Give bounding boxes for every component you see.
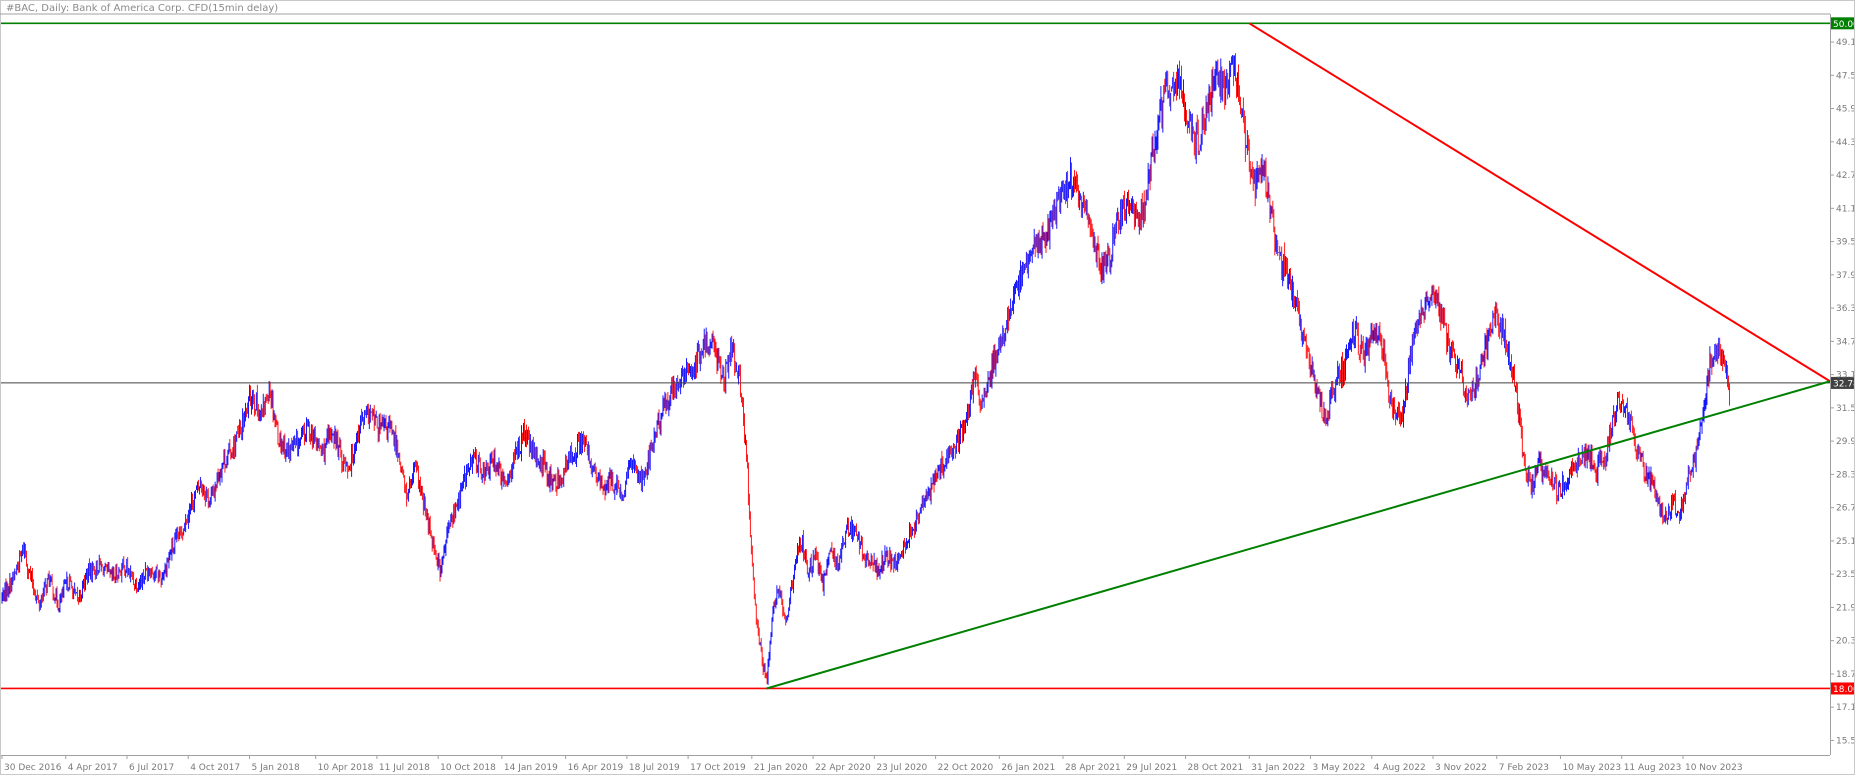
ascending-support-trendline <box>766 380 1831 690</box>
price-tick-label: 34.70 <box>1836 337 1855 347</box>
price-tick-label: 37.90 <box>1836 271 1855 281</box>
time-tick-label: 21 Jan 2020 <box>754 763 808 773</box>
candlestick-series <box>1 53 1730 685</box>
chart-title: #BAC, Daily: Bank of America Corp. CFD(1… <box>6 3 279 14</box>
support-tag-label: 18.00 <box>1833 685 1855 695</box>
time-tick-label: 10 May 2023 <box>1562 763 1621 773</box>
price-tick-label: 17.10 <box>1836 703 1855 713</box>
time-tick-label: 3 Nov 2022 <box>1435 763 1487 773</box>
time-tick-label: 30 Dec 2016 <box>4 763 62 773</box>
price-tick-label: 42.70 <box>1836 171 1855 181</box>
time-tick-label: 17 Oct 2019 <box>690 763 746 773</box>
price-tick-label: 31.50 <box>1836 404 1855 414</box>
time-tick-label: 4 Aug 2022 <box>1374 763 1426 773</box>
time-tick-label: 6 Jul 2017 <box>129 763 174 773</box>
time-tick-label: 11 Aug 2023 <box>1624 763 1682 773</box>
time-tick-label: 29 Jul 2021 <box>1126 763 1177 773</box>
price-tick-label: 21.90 <box>1836 603 1855 613</box>
price-tick-label: 23.50 <box>1836 570 1855 580</box>
time-tick-label: 10 Nov 2023 <box>1685 763 1743 773</box>
time-tick-label: 22 Apr 2020 <box>815 763 871 773</box>
price-tick-label: 39.50 <box>1836 238 1855 248</box>
time-tick-label: 18 Jul 2019 <box>629 763 680 773</box>
time-axis: 30 Dec 2016 4 Apr 2017 6 Jul 2017 4 Oct 201… <box>0 755 1830 773</box>
descending-resistance-trendline <box>1248 22 1831 383</box>
time-tick-label: 4 Apr 2017 <box>68 763 118 773</box>
price-tick-label: 41.10 <box>1836 204 1855 214</box>
resistance-tag-label: 50.00 <box>1833 20 1855 30</box>
time-tick-label: 28 Apr 2021 <box>1065 763 1121 773</box>
chart-canvas[interactable]: 50.00 32.78 18.00 49.10 47.50 45.90 44.30 42.7… <box>0 0 1855 775</box>
time-tick-label: 31 Jan 2022 <box>1251 763 1305 773</box>
price-tick-label: 28.30 <box>1836 470 1855 480</box>
price-tick-label: 20.30 <box>1836 637 1855 647</box>
price-tick-label: 18.70 <box>1836 670 1855 680</box>
price-tick-label: 25.10 <box>1836 537 1855 547</box>
time-tick-label: 10 Oct 2018 <box>440 763 496 773</box>
time-tick-label: 10 Apr 2018 <box>318 763 374 773</box>
chart-overlays: 50.00 32.78 18.00 <box>0 17 1855 695</box>
time-tick-label: 14 Jan 2019 <box>504 763 558 773</box>
price-tick-label: 45.90 <box>1836 105 1855 115</box>
time-tick-label: 28 Oct 2021 <box>1188 763 1244 773</box>
chart-border <box>0 0 1855 775</box>
time-tick-label: 11 Jul 2018 <box>379 763 430 773</box>
time-tick-label: 3 May 2022 <box>1313 763 1366 773</box>
current-price-tag-label: 32.78 <box>1833 379 1855 389</box>
price-tick-label: 15.50 <box>1836 736 1855 746</box>
price-tick-label: 36.30 <box>1836 304 1855 314</box>
time-tick-label: 26 Jan 2021 <box>1001 763 1055 773</box>
time-tick-label: 4 Oct 2017 <box>190 763 240 773</box>
price-tick-label: 44.30 <box>1836 138 1855 148</box>
price-chart[interactable]: 50.00 32.78 18.00 49.10 47.50 45.90 44.30 42.7… <box>0 0 1855 775</box>
price-tick-label: 29.90 <box>1836 437 1855 447</box>
time-tick-label: 7 Feb 2023 <box>1499 763 1549 773</box>
price-tick-label: 33.10 <box>1836 371 1855 381</box>
time-tick-label: 23 Jul 2020 <box>876 763 927 773</box>
price-tick-label: 26.70 <box>1836 504 1855 514</box>
price-tick-label: 47.50 <box>1836 71 1855 81</box>
time-tick-label: 22 Oct 2020 <box>938 763 994 773</box>
time-tick-label: 16 Apr 2019 <box>568 763 624 773</box>
time-tick-label: 5 Jan 2018 <box>251 763 299 773</box>
price-tick-label: 49.10 <box>1836 38 1855 48</box>
